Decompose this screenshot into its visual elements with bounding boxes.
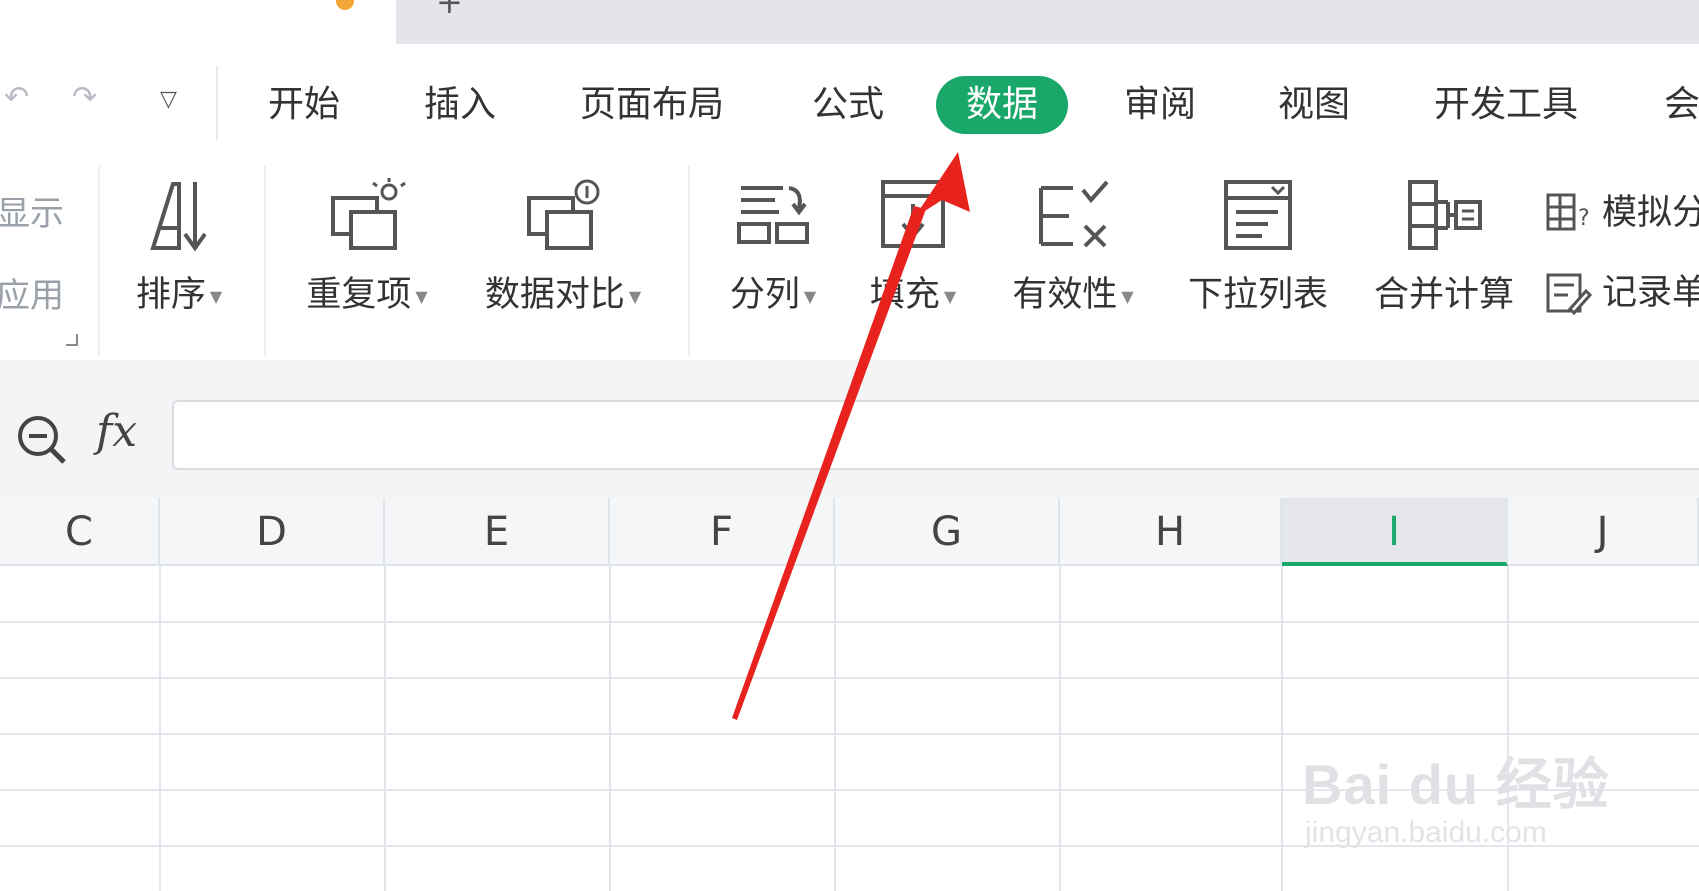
menu-separator bbox=[216, 66, 218, 140]
grid-line bbox=[609, 566, 611, 891]
ribbon-apply-label[interactable]: 应用 bbox=[0, 268, 64, 317]
dropdown-list-icon bbox=[1224, 180, 1292, 250]
consolidate-label: 合并计算 bbox=[1373, 275, 1514, 315]
new-tab-plus-icon[interactable]: + bbox=[436, 0, 463, 18]
sort-button[interactable]: 排序 ▼ bbox=[124, 178, 234, 317]
column-header-j[interactable]: J bbox=[1508, 498, 1699, 566]
data-compare-icon bbox=[527, 179, 600, 250]
baidu-watermark-url: jingyan.baidu.com bbox=[1305, 816, 1547, 849]
duplicates-icon bbox=[331, 178, 406, 250]
consolidate-icon bbox=[1408, 180, 1482, 250]
tab-strip-background bbox=[396, 0, 1699, 44]
split-columns-caret-icon: ▼ bbox=[803, 286, 817, 306]
column-header-h[interactable]: H bbox=[1060, 498, 1282, 566]
baidu-watermark: Bai du 经验 bbox=[1302, 753, 1610, 816]
grid-line bbox=[1059, 566, 1061, 891]
svg-text:?: ? bbox=[1578, 206, 1590, 231]
grid-line bbox=[1281, 566, 1283, 891]
simulation-analysis-label: 模拟分 bbox=[1602, 193, 1699, 233]
grid-line bbox=[834, 566, 836, 891]
record-sheet-icon bbox=[1546, 273, 1593, 316]
redo-icon[interactable]: ↷ bbox=[72, 83, 97, 113]
grid-line bbox=[0, 733, 1699, 735]
column-header-d[interactable]: D bbox=[160, 498, 385, 566]
dropdown-list-label: 下拉列表 bbox=[1187, 275, 1328, 315]
grid-line bbox=[384, 566, 386, 891]
record-sheet-button[interactable]: 记录单 bbox=[1546, 264, 1699, 316]
duplicates-label: 重复项 bbox=[306, 275, 412, 315]
tab-insert[interactable]: 插入 bbox=[424, 76, 496, 134]
data-compare-label: 数据对比 bbox=[484, 275, 625, 315]
grid-line bbox=[159, 566, 161, 891]
data-compare-caret-icon: ▼ bbox=[628, 286, 642, 306]
consolidate-button[interactable]: 合并计算 bbox=[1364, 178, 1524, 317]
data-compare-button[interactable]: 数据对比 ▼ bbox=[468, 178, 658, 317]
split-columns-icon bbox=[737, 186, 809, 244]
column-header-e[interactable]: E bbox=[385, 498, 610, 566]
quick-access-dropdown-icon[interactable]: ▽ bbox=[160, 89, 177, 111]
tab-page-layout[interactable]: 页面布局 bbox=[580, 76, 724, 134]
column-header-f[interactable]: F bbox=[610, 498, 835, 566]
split-columns-button[interactable]: 分列 ▼ bbox=[718, 178, 828, 317]
ribbon-separator bbox=[98, 166, 100, 356]
unsaved-dot-icon bbox=[336, 0, 354, 10]
validity-label: 有效性 bbox=[1012, 275, 1118, 315]
sort-caret-icon: ▼ bbox=[209, 286, 223, 306]
tab-developer-tools[interactable]: 开发工具 bbox=[1434, 76, 1578, 134]
zoom-search-icon[interactable] bbox=[14, 412, 70, 468]
tab-start[interactable]: 开始 bbox=[268, 76, 340, 134]
split-columns-label: 分列 bbox=[729, 275, 800, 315]
tab-review[interactable]: 审阅 bbox=[1124, 76, 1196, 134]
ribbon-separator bbox=[688, 166, 690, 356]
fill-icon bbox=[881, 180, 945, 248]
validity-caret-icon: ▼ bbox=[1121, 286, 1134, 306]
formula-input[interactable] bbox=[172, 400, 1699, 470]
ribbon-separator bbox=[264, 166, 266, 356]
undo-icon[interactable]: ↶ bbox=[4, 83, 29, 113]
validity-icon bbox=[1039, 180, 1109, 248]
record-sheet-label: 记录单 bbox=[1602, 273, 1699, 313]
fx-label[interactable]: fx bbox=[96, 406, 137, 457]
group-launcher-icon[interactable] bbox=[66, 334, 78, 346]
fill-label: 填充 bbox=[869, 275, 940, 315]
tab-view[interactable]: 视图 bbox=[1278, 76, 1350, 134]
column-header-g[interactable]: G bbox=[835, 498, 1060, 566]
document-tab-strip: + bbox=[0, 0, 1699, 44]
grid-line bbox=[0, 677, 1699, 679]
column-header-i-selected[interactable]: I bbox=[1282, 498, 1508, 566]
validity-button[interactable]: 有效性 ▼ bbox=[998, 178, 1148, 317]
dropdown-list-button[interactable]: 下拉列表 bbox=[1178, 178, 1338, 317]
fill-button[interactable]: 填充 ▼ bbox=[858, 178, 968, 317]
tab-formulas[interactable]: 公式 bbox=[812, 76, 884, 134]
fill-caret-icon: ▼ bbox=[943, 286, 957, 306]
simulation-analysis-button[interactable]: ? 模拟分 bbox=[1546, 184, 1699, 235]
duplicates-button[interactable]: 重复项 ▼ bbox=[292, 178, 442, 317]
duplicates-caret-icon: ▼ bbox=[415, 286, 428, 306]
sort-label: 排序 bbox=[135, 275, 206, 315]
grid-line bbox=[0, 621, 1699, 623]
column-header-c[interactable]: C bbox=[0, 498, 160, 566]
simulation-analysis-icon: ? bbox=[1546, 193, 1590, 231]
sort-icon bbox=[150, 182, 207, 252]
ribbon-show-label[interactable]: 显示 bbox=[0, 186, 64, 235]
tab-member-partial[interactable]: 会 bbox=[1664, 76, 1699, 134]
tab-data[interactable]: 数据 bbox=[936, 76, 1069, 134]
